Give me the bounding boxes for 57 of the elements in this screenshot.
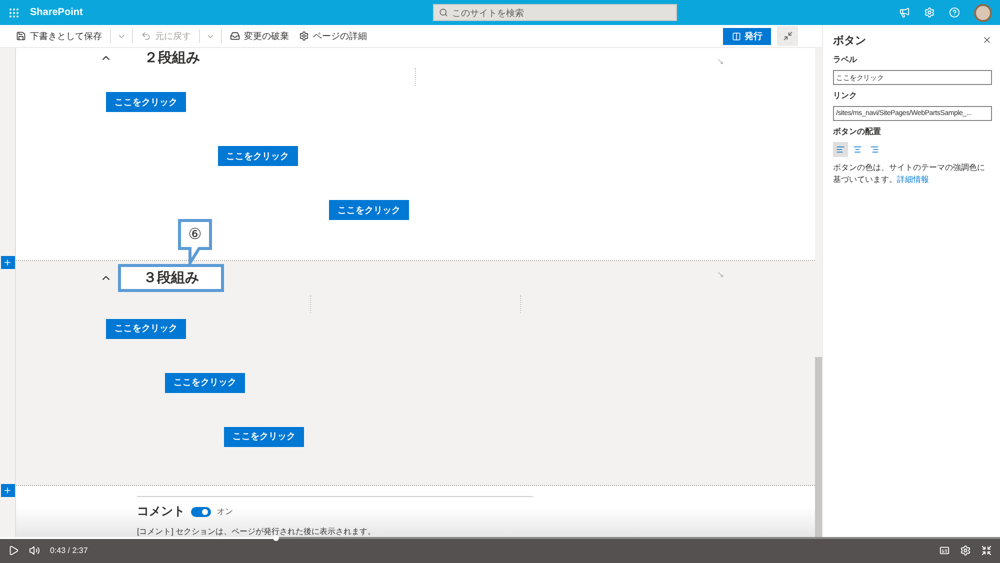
add-section-button[interactable] [0, 256, 14, 269]
command-button[interactable]: 変更の破棄 [228, 30, 291, 42]
tray-icon [230, 31, 240, 41]
click-here-button[interactable]: ここをクリック [218, 146, 298, 166]
click-here-button[interactable]: ここをクリック [224, 426, 304, 447]
undo-icon [141, 31, 151, 41]
click-here-button[interactable]: ここをクリック [329, 200, 409, 220]
avatar[interactable] [974, 4, 992, 22]
close-icon [982, 35, 992, 45]
callout-number: ⑥ [178, 218, 212, 250]
panel-note: ボタンの色は、サイトのテーマの強調色に基づいています。詳細情報 [833, 162, 986, 186]
settings-icon[interactable] [960, 544, 971, 556]
add-section-button[interactable] [0, 484, 14, 497]
volume-icon[interactable] [29, 544, 40, 556]
section-heading: ２段組み [143, 48, 201, 67]
comments-note: [コメント] セクションは、ページが発行された後に表示されます。 [137, 526, 377, 537]
learn-more-link[interactable]: 詳細情報 [897, 175, 929, 184]
search-field[interactable]: このサイトを検索 [432, 4, 677, 21]
align-left-icon [836, 145, 845, 154]
help-icon[interactable] [949, 7, 960, 18]
alignment-button[interactable] [833, 142, 848, 157]
comments-heading: コメント [137, 503, 185, 520]
play-icon[interactable] [8, 544, 19, 556]
captions-icon[interactable] [939, 544, 950, 556]
click-here-button[interactable]: ここをクリック [106, 92, 186, 112]
inward-arrows-icon [782, 31, 792, 41]
columns-icon [732, 32, 740, 40]
toggle-state-label: オン [217, 506, 233, 517]
field-label: リンク [833, 90, 858, 101]
close-button[interactable] [982, 35, 992, 45]
align-right-icon [870, 145, 879, 154]
click-here-button[interactable]: ここをクリック [165, 372, 245, 393]
publish-button[interactable]: 発行 [723, 28, 771, 44]
align-center-icon [853, 145, 862, 154]
megaphone-icon[interactable] [899, 7, 910, 18]
click-here-button[interactable]: ここをクリック [106, 318, 186, 339]
scrollbar-thumb[interactable] [815, 357, 822, 537]
search-icon [438, 8, 448, 17]
resize-icon[interactable] [717, 58, 724, 65]
app-launcher-icon[interactable] [8, 6, 20, 18]
comments-toggle[interactable] [191, 506, 211, 516]
field-label: ラベル [833, 54, 858, 65]
settings-icon [299, 31, 309, 41]
command-button[interactable]: 下書きとして保存 [14, 30, 104, 42]
app-name: SharePoint [30, 7, 83, 18]
video-time: 0:43 / 2:37 [50, 546, 88, 554]
field-label: ボタンの配置 [833, 126, 882, 137]
resize-icon[interactable] [717, 270, 724, 278]
command-button[interactable]: ページの詳細 [297, 30, 369, 42]
collapse-button[interactable] [777, 26, 798, 46]
plus-icon [3, 258, 12, 267]
plus-icon [3, 486, 12, 495]
exit-fullscreen-icon[interactable] [981, 544, 992, 556]
save-icon [16, 31, 26, 41]
section-heading: ３段組み [118, 264, 224, 292]
progress-handle[interactable] [273, 535, 279, 541]
panel-title: ボタン [833, 34, 866, 48]
